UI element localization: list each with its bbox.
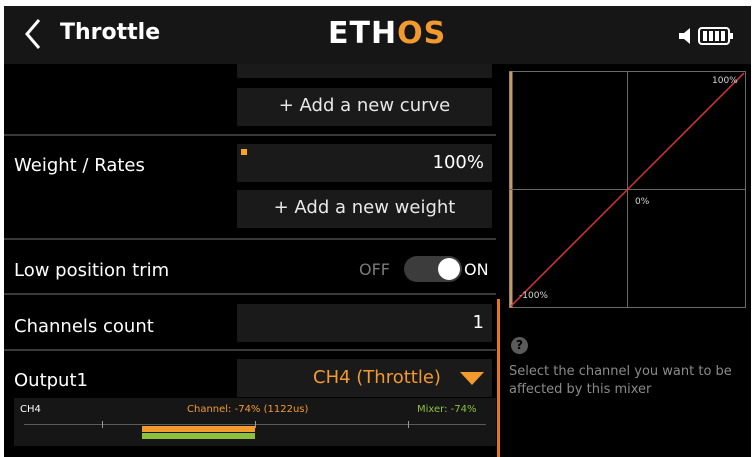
chevron-down-icon — [460, 372, 484, 385]
low-position-trim-label: Low position trim — [14, 260, 170, 281]
curve-field-partial[interactable] — [237, 64, 492, 78]
channel-output-bar — [141, 426, 255, 432]
output1-value: CH4 (Throttle) — [313, 367, 441, 388]
weight-rates-label: Weight / Rates — [14, 155, 145, 176]
ethos-logo: ETHOS — [328, 16, 446, 52]
divider — [4, 238, 496, 240]
low-position-trim-toggle[interactable] — [404, 256, 462, 282]
scrollbar[interactable] — [497, 299, 500, 457]
monitor-tick — [102, 421, 103, 428]
divider — [4, 349, 496, 351]
header-bar: Throttle ETHOS — [4, 6, 751, 64]
curve-graph: 100% 0% -100% — [509, 71, 746, 308]
channels-count-value: 1 — [472, 312, 484, 333]
weight-value: 100% — [432, 152, 484, 173]
logo-accent: OS — [397, 16, 447, 51]
back-chevron-icon[interactable] — [22, 16, 44, 52]
output1-select[interactable]: CH4 (Throttle) — [237, 359, 492, 397]
add-weight-button[interactable]: + Add a new weight — [237, 190, 492, 228]
question-icon: ? — [511, 337, 528, 354]
toggle-off-label: OFF — [359, 260, 390, 279]
speaker-icon[interactable] — [677, 26, 697, 46]
page-title: Throttle — [60, 20, 161, 45]
graph-label-center: 0% — [635, 197, 650, 207]
monitor-channel-text: Channel: -74% (1122us) — [187, 404, 309, 415]
help-text: Select the channel you want to be affect… — [509, 364, 732, 397]
graph-label-top: 100% — [712, 76, 738, 86]
channels-count-field[interactable]: 1 — [237, 304, 492, 342]
monitor-tick-center — [255, 421, 256, 428]
divider — [4, 134, 496, 136]
add-curve-button[interactable]: + Add a new curve — [237, 88, 492, 126]
mixer-output-bar — [141, 433, 255, 439]
channels-count-label: Channels count — [14, 316, 154, 337]
weight-marker — [241, 149, 247, 155]
logo-main: ETH — [328, 16, 398, 51]
graph-label-bottom: -100% — [519, 291, 548, 301]
weight-value-field[interactable]: 100% — [237, 144, 492, 182]
channel-monitor: CH4 Channel: -74% (1122us) Mixer: -74% — [14, 398, 496, 446]
monitor-mixer-text: Mixer: -74% — [417, 404, 477, 415]
screen: Throttle ETHOS + Add a new curve Weight … — [4, 6, 751, 457]
monitor-tick — [408, 421, 409, 428]
output1-label: Output1 — [14, 370, 88, 391]
toggle-knob — [438, 258, 460, 280]
monitor-channel-name: CH4 — [20, 404, 41, 415]
divider — [4, 293, 496, 295]
battery-icon — [698, 26, 734, 46]
toggle-on-label: ON — [464, 260, 489, 279]
